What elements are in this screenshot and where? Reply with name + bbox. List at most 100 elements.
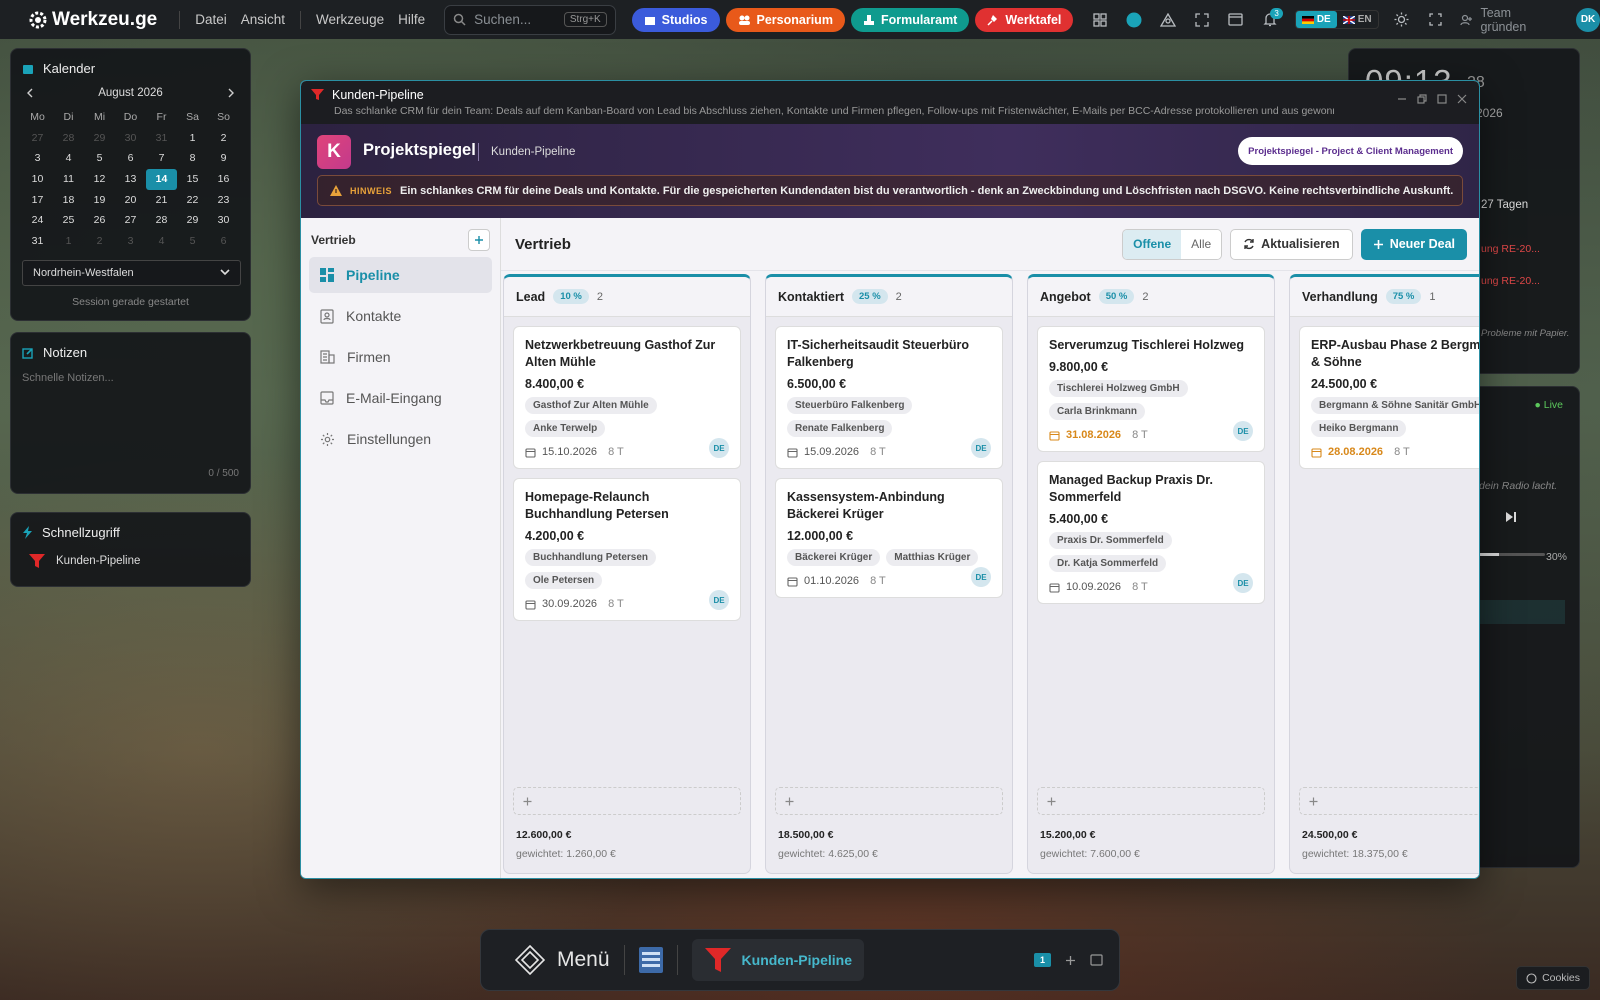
calendar-day[interactable]: 7 [146, 148, 177, 169]
maximize-icon[interactable] [1437, 94, 1447, 104]
add-workspace-icon[interactable] [1065, 955, 1076, 966]
calendar-day[interactable]: 4 [146, 231, 177, 252]
calendar-day[interactable]: 24 [22, 210, 53, 231]
window-button[interactable] [1219, 5, 1253, 35]
sidebar-item-einstellungen[interactable]: Einstellungen [309, 421, 492, 457]
apps-grid-button[interactable] [1083, 5, 1117, 35]
workspace-indicator[interactable]: 1 [1033, 953, 1051, 967]
calendar-day[interactable]: 9 [208, 148, 239, 169]
calendar-day[interactable]: 28 [146, 210, 177, 231]
cookies-button[interactable]: Cookies [1516, 966, 1590, 990]
calendar-day[interactable]: 30 [115, 128, 146, 149]
window-titlebar[interactable]: Kunden-Pipeline Das schlanke CRM für dei… [301, 81, 1479, 124]
company-chip[interactable]: Gasthof Zur Alten Mühle [525, 397, 657, 414]
calendar-day[interactable]: 29 [177, 210, 208, 231]
filter-open-toggle[interactable]: Offene [1123, 229, 1182, 259]
calendar-day[interactable]: 6 [208, 231, 239, 252]
company-chip[interactable]: Buchhandlung Petersen [525, 549, 657, 566]
search-input[interactable]: Suchen... Strg+K [444, 4, 616, 35]
sidebar-item-email[interactable]: E-Mail-Eingang [309, 380, 492, 416]
show-desktop-icon[interactable] [1090, 954, 1103, 966]
calendar-day[interactable]: 27 [22, 128, 53, 149]
contact-chip[interactable]: Ole Petersen [525, 572, 603, 589]
invoice-reminder[interactable]: ung RE-20... [1481, 243, 1540, 255]
language-switch[interactable]: DE EN [1294, 10, 1379, 29]
calendar-day[interactable]: 1 [177, 128, 208, 149]
contact-chip[interactable]: Renate Falkenberg [787, 420, 893, 437]
menu-hilfe[interactable]: Hilfe [391, 12, 432, 27]
formularamt-button[interactable]: Formularamt [850, 7, 970, 32]
contact-chip[interactable]: Carla Brinkmann [1049, 403, 1146, 420]
deal-card[interactable]: IT-Sicherheitsaudit Steuerbüro Falkenber… [775, 326, 1003, 469]
calendar-day[interactable]: 23 [208, 190, 239, 211]
minimize-icon[interactable] [1397, 94, 1407, 104]
restore-icon[interactable] [1417, 94, 1427, 104]
expand-button[interactable] [1185, 5, 1219, 35]
new-deal-button[interactable]: Neuer Deal [1360, 228, 1467, 260]
deal-card[interactable]: ERP-Ausbau Phase 2 Bergmann & Söhne 24.50… [1299, 326, 1479, 469]
sidebar-item-kontakte[interactable]: Kontakte [309, 298, 492, 334]
theme-button[interactable] [1385, 5, 1419, 35]
sidebar-item-firmen[interactable]: Firmen [309, 339, 492, 375]
calendar-day[interactable]: 1 [53, 231, 84, 252]
calendar-day[interactable]: 31 [22, 231, 53, 252]
calendar-day[interactable]: 3 [115, 231, 146, 252]
deal-card[interactable]: Netzwerkbetreuung Gasthof Zur Alten Mühl… [513, 326, 741, 469]
contact-chip[interactable]: Heiko Bergmann [1311, 420, 1407, 437]
calendar-day[interactable]: 4 [53, 148, 84, 169]
notes-textarea[interactable]: Schnelle Notizen... [22, 372, 239, 384]
calendar-day[interactable]: 18 [53, 190, 84, 211]
calendar-day[interactable]: 19 [84, 190, 115, 211]
add-deal-button[interactable] [1037, 787, 1265, 815]
calendar-day[interactable]: 11 [53, 169, 84, 190]
menu-ansicht[interactable]: Ansicht [234, 12, 292, 27]
fullscreen-button[interactable] [1419, 5, 1453, 35]
team-button[interactable]: Team gründen [1460, 6, 1560, 34]
werktafel-button[interactable]: Werktafel [975, 7, 1074, 32]
company-chip[interactable]: Bergmann & Söhne Sanitär GmbH [1311, 397, 1479, 414]
invoice-reminder[interactable]: ung RE-20... [1481, 275, 1540, 287]
skip-next-icon[interactable] [1505, 511, 1517, 523]
file-manager-icon[interactable] [638, 947, 663, 973]
add-button[interactable] [468, 229, 490, 251]
taskbar-app-pipeline[interactable]: Kunden-Pipeline [691, 939, 864, 981]
calendar-day[interactable]: 13 [115, 169, 146, 190]
deal-card[interactable]: Managed Backup Praxis Dr. Sommerfeld 5.40… [1037, 461, 1265, 604]
studios-button[interactable]: Studios [631, 7, 720, 32]
refresh-button[interactable]: Aktualisieren [1230, 228, 1353, 260]
calendar-day[interactable]: 31 [146, 128, 177, 149]
calendar-day-today[interactable]: 14 [146, 169, 177, 190]
calendar-day[interactable]: 22 [177, 190, 208, 211]
deal-card[interactable]: Kassensystem-Anbindung Bäckerei Krüger 12… [775, 478, 1003, 598]
network-button[interactable] [1151, 5, 1185, 35]
calendar-day[interactable]: 3 [22, 148, 53, 169]
calendar-day[interactable]: 26 [84, 210, 115, 231]
filter-all-toggle[interactable]: Alle [1181, 229, 1222, 259]
volume-slider[interactable] [1479, 553, 1545, 556]
calendar-day[interactable]: 29 [84, 128, 115, 149]
company-chip[interactable]: Bäckerei Krüger [787, 549, 881, 566]
notifications-button[interactable]: 3 [1253, 5, 1287, 35]
company-chip[interactable]: Steuerbüro Falkenberg [787, 397, 913, 414]
deal-card[interactable]: Serverumzug Tischlerei Holzweg 9.800,00 €… [1037, 326, 1265, 452]
calendar-day[interactable]: 27 [115, 210, 146, 231]
calendar-day[interactable]: 25 [53, 210, 84, 231]
calendar-day[interactable]: 2 [208, 128, 239, 149]
calendar-day[interactable]: 10 [22, 169, 53, 190]
start-menu-button[interactable]: Menü [515, 945, 610, 975]
add-deal-button[interactable] [513, 787, 741, 815]
deal-card[interactable]: Homepage-Relaunch Buchhandlung Petersen 4… [513, 478, 741, 621]
contact-chip[interactable]: Dr. Katja Sommerfeld [1049, 555, 1167, 572]
calendar-day[interactable]: 15 [177, 169, 208, 190]
brand-logo[interactable]: Werkzeu.ge [28, 9, 157, 31]
quickaccess-item[interactable]: Kunden-Pipeline [22, 552, 239, 570]
personarium-button[interactable]: Personarium [725, 7, 845, 32]
menu-werkzeuge[interactable]: Werkzeuge [309, 12, 391, 27]
add-deal-button[interactable] [1299, 787, 1479, 815]
chevron-left-icon[interactable] [26, 88, 34, 98]
calendar-day[interactable]: 16 [208, 169, 239, 190]
contact-chip[interactable]: Anke Terwelp [525, 420, 606, 437]
calendar-day[interactable]: 21 [146, 190, 177, 211]
lang-en-option[interactable]: EN [1337, 11, 1378, 28]
company-chip[interactable]: Tischlerei Holzweg GmbH [1049, 380, 1188, 397]
